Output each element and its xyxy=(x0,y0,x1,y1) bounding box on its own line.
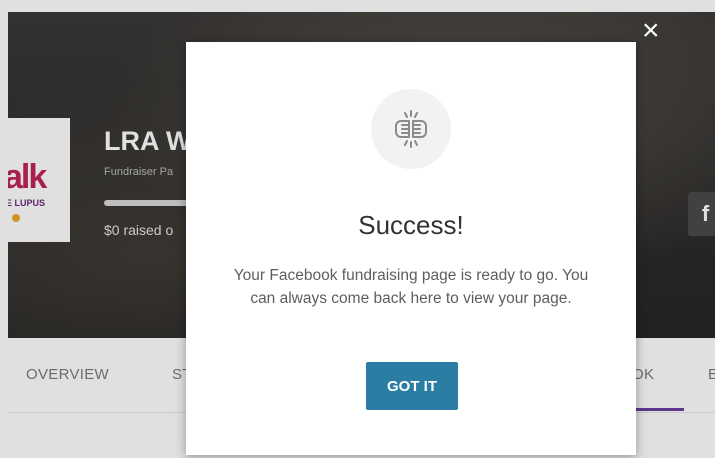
modal-title: Success! xyxy=(358,210,464,240)
fist-bump-icon xyxy=(395,110,427,148)
got-it-button[interactable]: GOT IT xyxy=(366,362,458,410)
success-icon-container xyxy=(371,89,451,169)
modal-message: Your Facebook fundraising page is ready … xyxy=(233,267,589,307)
success-modal: Success! Your Facebook fundraising page … xyxy=(186,42,636,455)
close-icon[interactable]: × xyxy=(642,16,660,46)
